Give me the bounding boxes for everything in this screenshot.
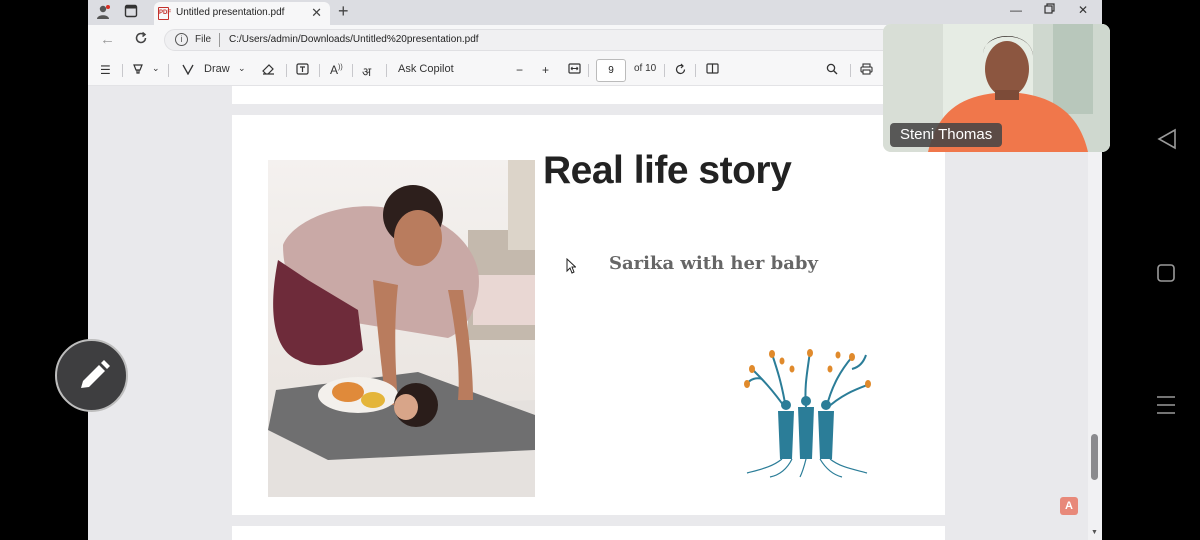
adobe-acrobat-icon[interactable]: A <box>1060 497 1078 515</box>
home-nav-icon <box>1157 264 1175 282</box>
zoom-in-icon[interactable]: + <box>542 63 549 77</box>
close-window-icon[interactable]: ✕ <box>1078 3 1088 17</box>
url-separator <box>219 33 220 47</box>
page-number-input[interactable]: 9 <box>596 59 626 82</box>
participant-name-label: Steni Thomas <box>890 123 1003 147</box>
url-path[interactable]: C:/Users/admin/Downloads/Untitled%20pres… <box>229 34 479 45</box>
reload-icon[interactable] <box>134 31 148 49</box>
draw-icon[interactable] <box>182 63 194 78</box>
info-icon[interactable]: i <box>175 33 188 46</box>
read-aloud-icon[interactable]: A)) <box>330 63 343 77</box>
slide-subtitle: Sarika with her baby <box>609 253 818 274</box>
toolbar-divider <box>588 64 589 77</box>
toolbar-divider <box>664 64 665 77</box>
toolbar-divider <box>122 64 123 77</box>
highlight-icon[interactable] <box>132 63 144 78</box>
url-scheme-label: File <box>195 34 212 45</box>
page-total-label: of 10 <box>634 63 657 74</box>
slide-title: Real life story <box>543 149 792 192</box>
restore-icon[interactable] <box>1044 3 1055 17</box>
url-field[interactable]: i File C:/Users/admin/Downloads/Untitled… <box>164 29 924 51</box>
eraser-icon[interactable] <box>262 63 275 78</box>
page-view-icon[interactable] <box>706 63 719 77</box>
tab-active[interactable]: PDF Untitled presentation.pdf ✕ <box>154 2 330 25</box>
previous-page <box>232 86 945 104</box>
recents-nav-icon <box>1157 396 1175 414</box>
toolbar-divider <box>286 64 287 77</box>
contents-icon[interactable]: ☰ <box>100 63 111 77</box>
back-icon[interactable]: ← <box>100 31 115 48</box>
next-page <box>232 526 945 540</box>
close-tab-icon[interactable]: ✕ <box>311 5 322 21</box>
minimize-icon[interactable]: — <box>1010 3 1022 17</box>
toolbar-divider <box>168 64 169 77</box>
highlight-dropdown-icon[interactable]: ⌄ <box>152 63 160 74</box>
ask-copilot-button[interactable]: Ask Copilot <box>398 63 454 75</box>
toolbar-divider <box>386 64 387 77</box>
new-tab-icon[interactable]: + <box>338 1 349 22</box>
tree-women-logo <box>742 349 874 484</box>
draw-button[interactable]: Draw <box>204 63 230 75</box>
translate-icon[interactable]: अ <box>362 63 371 80</box>
pdf-page: Real life story Sarika with her baby <box>232 115 945 515</box>
tab-actions-icon[interactable] <box>122 4 140 22</box>
mother-baby-photo <box>268 160 535 497</box>
text-box-icon[interactable] <box>296 63 309 78</box>
tab-bar: PDF Untitled presentation.pdf ✕ + — ✕ <box>88 0 1102 25</box>
zoom-out-icon[interactable]: − <box>516 63 523 77</box>
search-icon[interactable] <box>826 63 838 78</box>
scroll-down-arrow-icon[interactable]: ▼ <box>1091 529 1098 536</box>
vertical-scrollbar[interactable]: ▼ <box>1088 86 1102 540</box>
profile-icon[interactable] <box>94 4 112 22</box>
back-nav-icon <box>1157 128 1176 150</box>
draw-dropdown-icon[interactable]: ⌄ <box>238 63 246 74</box>
pdf-viewport[interactable]: Real life story Sarika with her baby <box>88 86 1088 540</box>
mouse-cursor-icon <box>566 257 577 279</box>
toolbar-divider <box>850 64 851 77</box>
rotate-icon[interactable] <box>674 63 687 79</box>
android-nav-bar <box>1133 0 1200 540</box>
tab-title: Untitled presentation.pdf <box>176 7 285 18</box>
print-icon[interactable] <box>860 63 873 78</box>
scrollbar-thumb[interactable] <box>1091 434 1098 480</box>
pdf-file-icon: PDF <box>158 7 171 20</box>
fit-width-icon[interactable] <box>568 63 581 77</box>
annotate-floating-button[interactable] <box>55 339 128 412</box>
pencil-icon <box>81 360 110 388</box>
toolbar-divider <box>319 64 320 77</box>
screen: PDF Untitled presentation.pdf ✕ + — ✕ ← … <box>0 0 1200 540</box>
toolbar-divider <box>352 64 353 77</box>
toolbar-divider <box>695 64 696 77</box>
